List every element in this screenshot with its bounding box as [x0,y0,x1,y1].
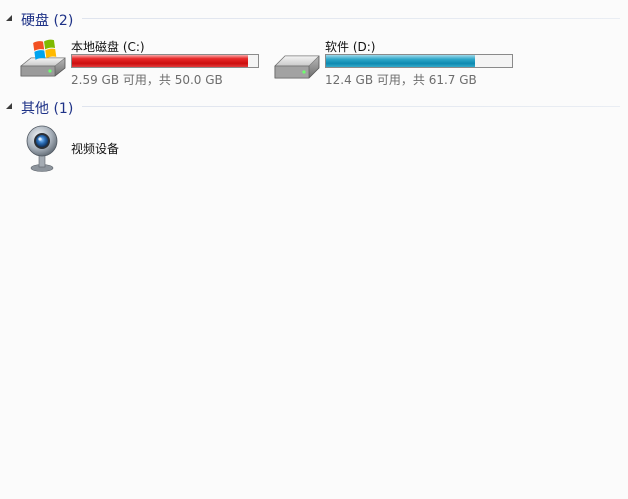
group-title: 硬盘 (2) [21,13,74,29]
drive-c[interactable]: 本地磁盘 (C:) 2.59 GB 可用，共 50.0 GB [17,38,267,88]
group-divider [82,106,620,107]
drive-usage-fill [326,55,475,67]
collapse-triangle-icon[interactable] [6,103,12,109]
group-title: 其他 (1) [21,101,74,117]
webcam-icon [26,125,58,172]
drive-label: 软件 (D:) [325,40,376,54]
group-divider [82,18,620,19]
drive-space-text: 2.59 GB 可用，共 50.0 GB [71,73,223,87]
drive-label: 本地磁盘 (C:) [71,40,145,54]
drive-usage-fill [72,55,249,67]
windows-drive-icon [20,39,66,77]
drive-usage-bar [325,54,513,68]
hard-drive-icon [274,55,320,79]
collapse-triangle-icon[interactable] [6,15,12,21]
drive-d[interactable]: 软件 (D:) 12.4 GB 可用，共 61.7 GB [271,38,521,88]
group-header-other[interactable]: 其他 (1) [0,97,628,117]
group-header-hard-disks[interactable]: 硬盘 (2) [0,9,628,29]
device-label: 视频设备 [71,142,120,156]
drive-space-text: 12.4 GB 可用，共 61.7 GB [325,73,477,87]
drive-usage-bar [71,54,259,68]
video-device[interactable]: 视频设备 [17,124,157,174]
